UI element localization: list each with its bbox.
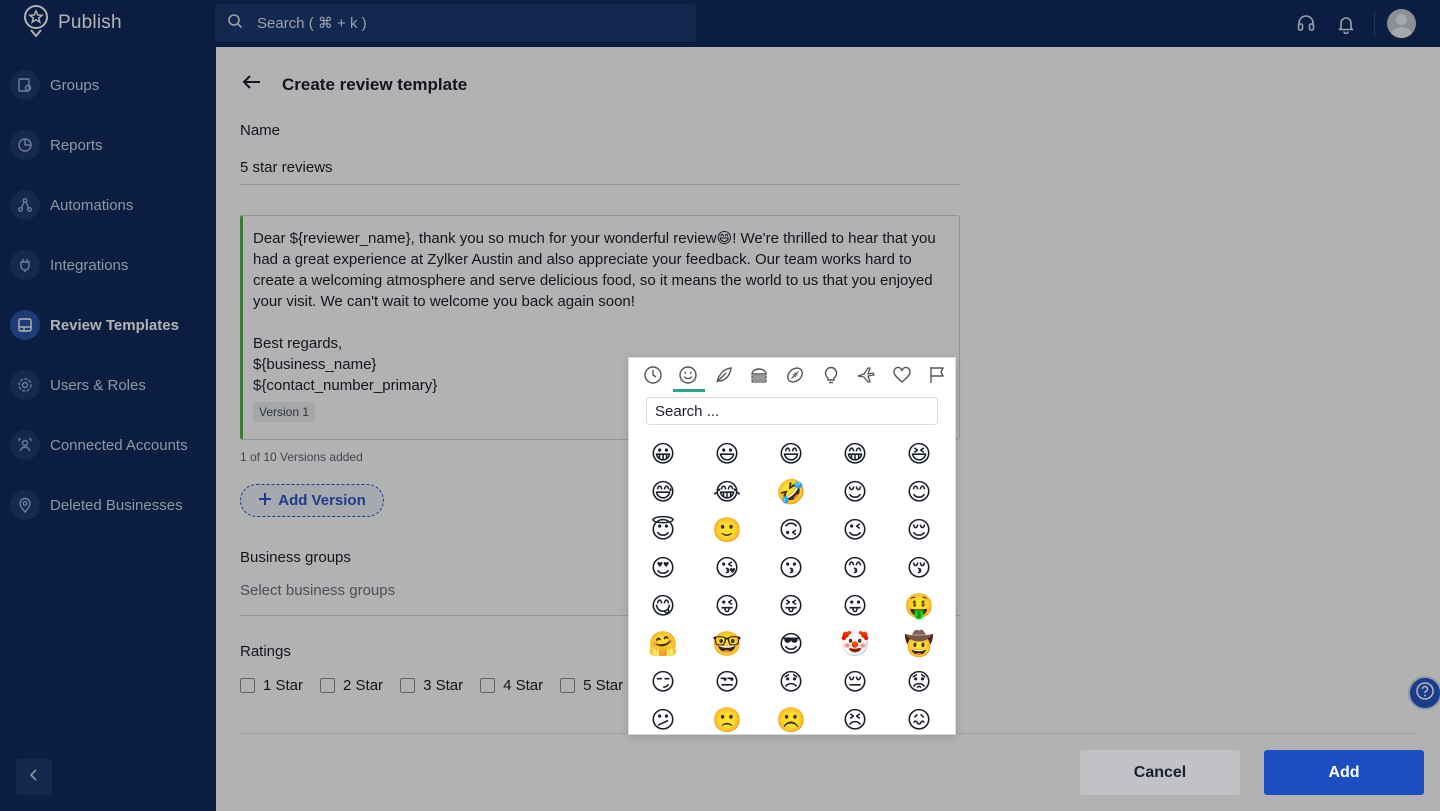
emoji-option[interactable]: 😟: [887, 663, 951, 701]
emoji-option[interactable]: 😣: [823, 701, 887, 734]
flag-icon[interactable]: [920, 358, 956, 392]
emoji-option[interactable]: 😊: [887, 473, 951, 511]
recent-clock-icon[interactable]: [635, 358, 671, 392]
emoji-option[interactable]: 😋: [631, 587, 695, 625]
emoji-option[interactable]: 🤓: [695, 625, 759, 663]
emoji-option[interactable]: 😞: [759, 663, 823, 701]
emoji-option[interactable]: 😆: [887, 435, 951, 473]
emoji-option[interactable]: 😌: [823, 473, 887, 511]
emoji-option[interactable]: 😀: [631, 435, 695, 473]
add-button[interactable]: Add: [1264, 750, 1424, 795]
cancel-button[interactable]: Cancel: [1080, 750, 1240, 795]
emoji-option[interactable]: 😗: [759, 549, 823, 587]
emoji-option[interactable]: 🤗: [631, 625, 695, 663]
emoji-option[interactable]: 🤠: [887, 625, 951, 663]
burger-icon[interactable]: [742, 358, 778, 392]
emoji-option[interactable]: 😛: [823, 587, 887, 625]
emoji-option[interactable]: 😕: [631, 701, 695, 734]
smiley-icon[interactable]: [671, 358, 707, 392]
emoji-option[interactable]: 😃: [695, 435, 759, 473]
emoji-option[interactable]: 🤣: [759, 473, 823, 511]
plane-icon[interactable]: [848, 358, 884, 392]
ball-icon[interactable]: [777, 358, 813, 392]
emoji-picker: 😀😃😄😁😆😅😂🤣😌😊😇🙂🙃😉😌😍😘😗😙😚😋😜😝😛🤑🤗🤓😎🤡🤠😏😒😞😔😟😕🙁☹️😣…: [628, 357, 956, 735]
emoji-search-input[interactable]: [646, 397, 938, 425]
emoji-option[interactable]: 😏: [631, 663, 695, 701]
leaf-icon[interactable]: [706, 358, 742, 392]
heart-icon[interactable]: [884, 358, 920, 392]
emoji-option[interactable]: 😍: [631, 549, 695, 587]
emoji-option[interactable]: 😁: [823, 435, 887, 473]
emoji-option[interactable]: 🤑: [887, 587, 951, 625]
emoji-option[interactable]: 😌: [887, 511, 951, 549]
emoji-option[interactable]: 😒: [695, 663, 759, 701]
emoji-option[interactable]: 😝: [759, 587, 823, 625]
emoji-grid: 😀 😃 😄 😁 😆 😅 😂 🤣 😌 😊 😇 🙂 🙃 😉 😌 😍 😘 😗 😙 😚 😋 😜 😝 😛 🤑 🤗 🤓 😎 🤡 🤠 😏 😒 😞 😔 😟 😕 🙁 ☹️ 😣…: [631, 435, 951, 734]
emoji-option[interactable]: 🙂: [695, 511, 759, 549]
emoji-option[interactable]: 😔: [823, 663, 887, 701]
emoji-category-bar: [629, 358, 955, 392]
emoji-option[interactable]: 😙: [823, 549, 887, 587]
emoji-option[interactable]: 🙃: [759, 511, 823, 549]
emoji-option[interactable]: 🙁: [695, 701, 759, 734]
emoji-option[interactable]: 😎: [759, 625, 823, 663]
emoji-option[interactable]: 😖: [887, 701, 951, 734]
emoji-option[interactable]: 😚: [887, 549, 951, 587]
emoji-option[interactable]: 😘: [695, 549, 759, 587]
emoji-option[interactable]: 😉: [823, 511, 887, 549]
bulb-icon[interactable]: [813, 358, 849, 392]
emoji-option[interactable]: 😜: [695, 587, 759, 625]
emoji-option[interactable]: 😇: [631, 511, 695, 549]
emoji-option[interactable]: ☹️: [759, 701, 823, 734]
emoji-option[interactable]: 😅: [631, 473, 695, 511]
emoji-option[interactable]: 🤡: [823, 625, 887, 663]
emoji-option[interactable]: 😄: [759, 435, 823, 473]
emoji-option[interactable]: 😂: [695, 473, 759, 511]
